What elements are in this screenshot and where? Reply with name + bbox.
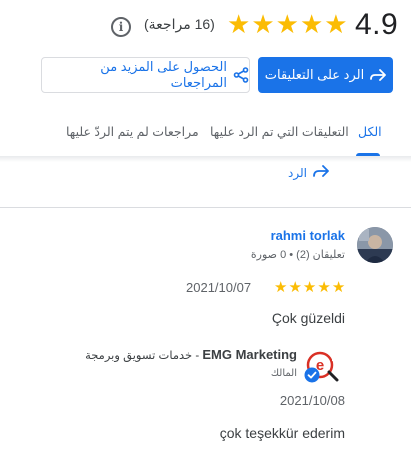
- get-more-reviews-button[interactable]: الحصول على المزيد من المراجعات: [41, 57, 250, 93]
- review-stars: ★ ★ ★ ★ ★: [274, 279, 345, 297]
- reviewer-name[interactable]: rahmi torlak: [200, 228, 345, 243]
- business-name: EMG Marketing: [202, 347, 297, 362]
- tab-unreplied[interactable]: مراجعات لم يتم الردّ عليها: [66, 124, 199, 139]
- tab-replied[interactable]: التعليقات التي تم الرد عليها: [210, 124, 349, 139]
- star-icon: ★: [324, 9, 348, 39]
- reviewer-meta: تعليقان (2) • 0 صورة: [250, 249, 345, 261]
- verified-badge-icon: [304, 367, 320, 383]
- reply-arrow-icon: [313, 165, 329, 180]
- rating-header: 4.9 ★ ★ ★ ★ ★ (16 مراجعة) i: [0, 6, 411, 44]
- review-date: 2021/10/07: [186, 280, 252, 295]
- reply-link[interactable]: الرد: [288, 165, 329, 180]
- review-count: (16 مراجعة): [144, 16, 215, 32]
- owner-name-row: EMG Marketing - خدمات تسويق وبرمجة: [40, 347, 297, 362]
- get-more-reviews-label: الحصول على المزيد من المراجعات: [100, 59, 227, 90]
- star-icon: ★: [299, 9, 324, 39]
- reply-to-reviews-button[interactable]: الرد على التعليقات: [258, 57, 393, 93]
- rating-stars: ★ ★ ★ ★ ★: [227, 10, 348, 38]
- review-filter-tabs: الكل التعليقات التي تم الرد عليها مراجعا…: [0, 108, 411, 158]
- review-text: Çok güzeldi: [271, 310, 345, 326]
- star-icon: ★: [275, 9, 299, 39]
- star-icon: ★: [317, 279, 331, 296]
- info-icon[interactable]: i: [111, 17, 131, 37]
- review-divider: [0, 207, 411, 208]
- star-icon: ★: [227, 9, 251, 39]
- reply-link-label: الرد: [288, 165, 307, 180]
- share-icon: [233, 67, 249, 83]
- avatar[interactable]: [357, 227, 393, 263]
- star-icon: ★: [274, 279, 288, 296]
- tabs-shadow: [0, 156, 411, 162]
- owner-reply-date: 2021/10/08: [279, 393, 345, 408]
- business-description: - خدمات تسويق وبرمجة: [85, 350, 203, 362]
- tab-all[interactable]: الكل: [358, 124, 382, 139]
- owner-role-label: المالك: [270, 368, 297, 379]
- star-icon: ★: [302, 279, 317, 296]
- star-icon: ★: [331, 279, 346, 296]
- star-icon: ★: [251, 9, 275, 39]
- rating-value: 4.9: [355, 8, 399, 41]
- reply-to-reviews-label: الرد على التعليقات: [264, 67, 365, 82]
- reply-arrow-icon: [370, 68, 387, 82]
- owner-reply-text: çok teşekkür ederim: [219, 425, 345, 441]
- star-icon: ★: [288, 279, 302, 296]
